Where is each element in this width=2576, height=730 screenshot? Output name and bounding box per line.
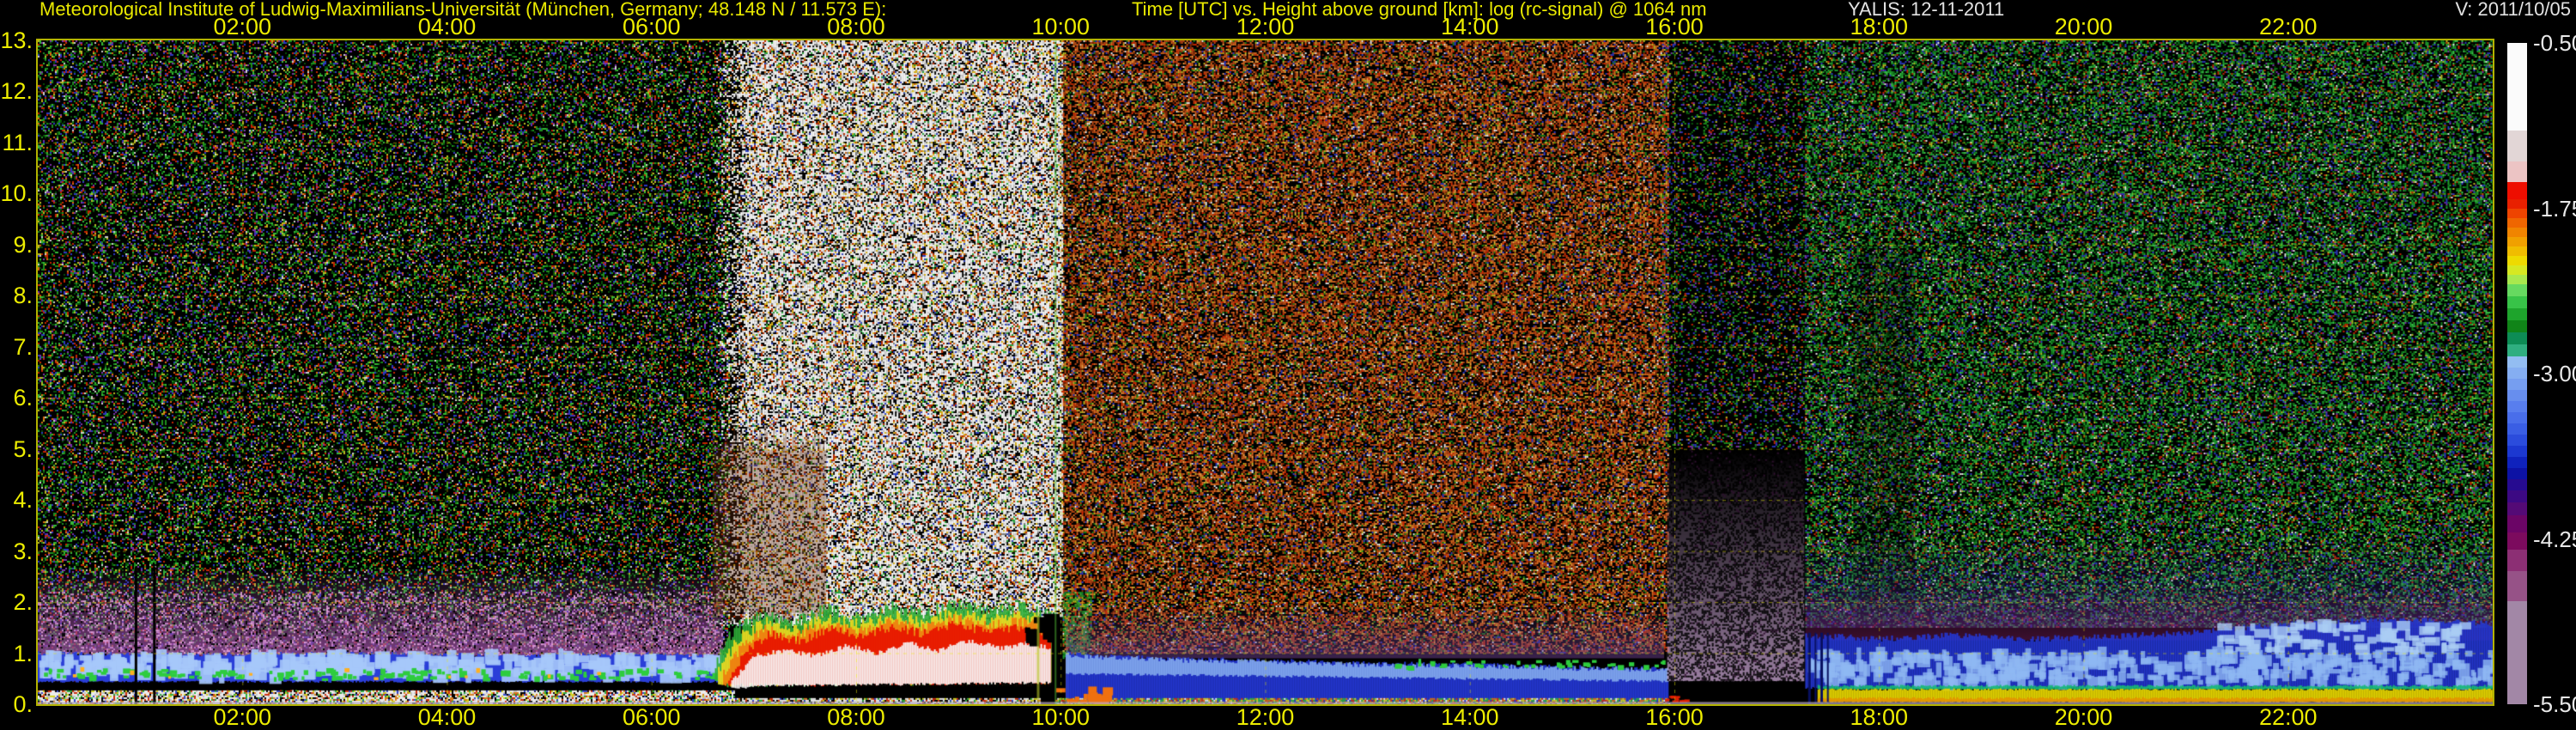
colorbar-segment	[2507, 601, 2527, 704]
colorbar-tick-label: -1.75	[2533, 196, 2576, 222]
colorbar-segment	[2507, 490, 2527, 502]
colorbar-segment	[2507, 265, 2527, 275]
y-tick-label: 7.	[0, 332, 33, 362]
colorbar-segment	[2507, 182, 2527, 199]
colorbar	[2507, 43, 2527, 704]
x-tick-label: 16:00	[1645, 15, 1704, 39]
x-tick-label: 18:00	[1850, 705, 1908, 729]
y-tick-label: 4.	[0, 485, 33, 514]
colorbar-segment	[2507, 284, 2527, 296]
x-tick-label: 08:00	[827, 705, 885, 729]
x-tick-label: 02:00	[213, 15, 271, 39]
colorbar-tick-label: -4.25	[2533, 526, 2576, 552]
colorbar-segment	[2507, 218, 2527, 228]
colorbar-segment	[2507, 468, 2527, 479]
colorbar-segment	[2507, 256, 2527, 265]
x-tick-label: 16:00	[1645, 705, 1704, 729]
colorbar-segment	[2507, 368, 2527, 379]
version-label: V: 2011/10/05	[2455, 1, 2571, 18]
colorbar-segment	[2507, 435, 2527, 446]
colorbar-segment	[2507, 43, 2527, 131]
colorbar-segment	[2507, 131, 2527, 161]
plot-title: Time [UTC] vs. Height above ground [km]:…	[1132, 1, 1707, 18]
colorbar-segment	[2507, 296, 2527, 308]
y-tick-label: 0.	[0, 690, 33, 719]
x-tick-label: 08:00	[827, 15, 885, 39]
y-tick-label: 11.	[0, 128, 33, 157]
colorbar-tick-label: -3.00	[2533, 361, 2576, 386]
colorbar-segment	[2507, 344, 2527, 356]
y-tick-label: 8.	[0, 281, 33, 310]
colorbar-segment	[2507, 515, 2527, 532]
y-tick-label: 2.	[0, 587, 33, 617]
x-tick-label: 20:00	[2055, 15, 2113, 39]
colorbar-segment	[2507, 320, 2527, 332]
x-tick-label: 10:00	[1031, 15, 1090, 39]
colorbar-segment	[2507, 401, 2527, 412]
x-tick-label: 12:00	[1236, 15, 1295, 39]
x-tick-label: 22:00	[2259, 15, 2318, 39]
colorbar-tick-label: -5.50	[2533, 691, 2576, 717]
x-tick-label: 04:00	[418, 15, 477, 39]
x-tick-label: 10:00	[1031, 705, 1090, 729]
colorbar-segment	[2507, 423, 2527, 435]
colorbar-segment	[2507, 275, 2527, 284]
x-tick-label: 20:00	[2055, 705, 2113, 729]
colorbar-segment	[2507, 356, 2527, 368]
x-tick-label: 18:00	[1850, 15, 1908, 39]
colorbar-segment	[2507, 457, 2527, 468]
colorbar-segment	[2507, 209, 2527, 218]
x-tick-label: 06:00	[623, 705, 681, 729]
x-tick-label: 06:00	[623, 15, 681, 39]
x-tick-label: 22:00	[2259, 705, 2318, 729]
y-tick-label: 12.	[0, 76, 33, 106]
colorbar-segment	[2507, 379, 2527, 390]
y-tick-label: 3.	[0, 537, 33, 566]
x-tick-label: 02:00	[213, 705, 271, 729]
x-tick-label: 14:00	[1441, 705, 1499, 729]
colorbar-segment	[2507, 228, 2527, 237]
colorbar-segment	[2507, 502, 2527, 515]
colorbar-segment	[2507, 479, 2527, 490]
y-tick-label: 9.	[0, 230, 33, 259]
y-tick-label: 5.	[0, 435, 33, 464]
colorbar-segment	[2507, 199, 2527, 209]
plot-canvas	[38, 40, 2493, 704]
colorbar-segment	[2507, 571, 2527, 601]
colorbar-segment	[2507, 237, 2527, 246]
colorbar-segment	[2507, 446, 2527, 457]
colorbar-segment	[2507, 161, 2527, 182]
colorbar-segment	[2507, 308, 2527, 320]
colorbar-segment	[2507, 532, 2527, 550]
colorbar-segment	[2507, 246, 2527, 256]
colorbar-segment	[2507, 412, 2527, 423]
y-tick-label: 10.	[0, 179, 33, 208]
y-tick-label: 6.	[0, 383, 33, 412]
colorbar-tick-label: -0.50	[2533, 30, 2576, 56]
colorbar-segment	[2507, 390, 2527, 401]
y-tick-label: 13.	[0, 26, 33, 55]
x-tick-label: 14:00	[1441, 15, 1499, 39]
x-tick-label: 04:00	[418, 705, 477, 729]
plot-frame	[36, 39, 2494, 706]
colorbar-segment	[2507, 332, 2527, 344]
x-tick-label: 12:00	[1236, 705, 1295, 729]
y-tick-label: 1.	[0, 639, 33, 668]
colorbar-segment	[2507, 550, 2527, 571]
